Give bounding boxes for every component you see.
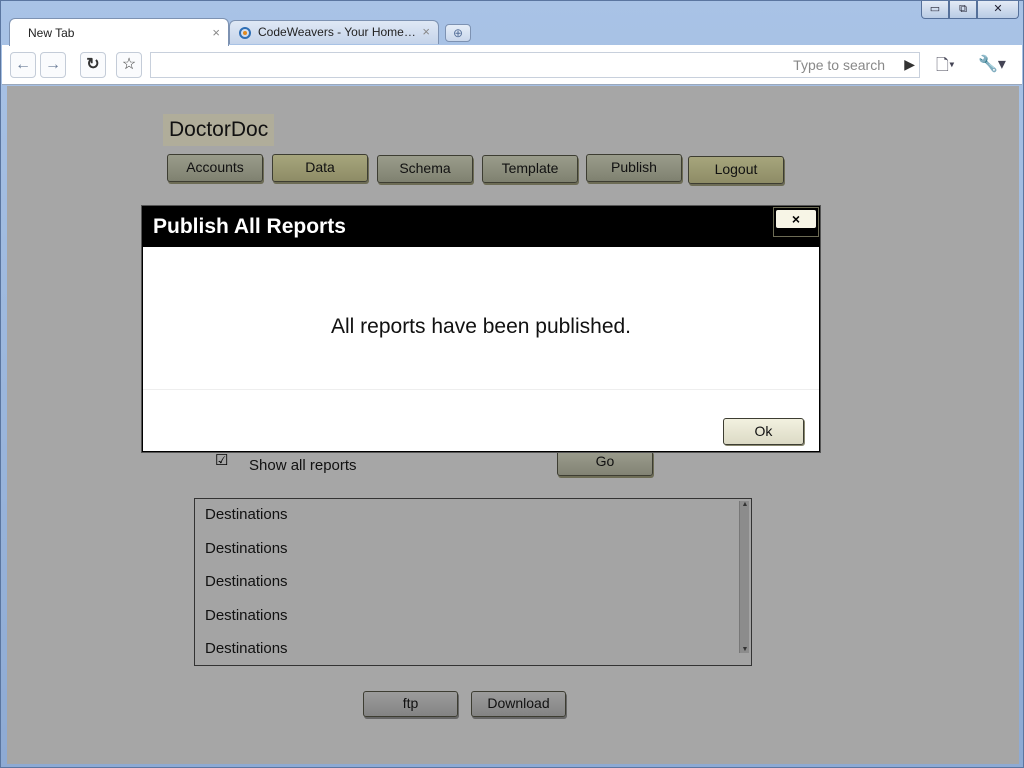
dialog-close-button[interactable]: × bbox=[773, 207, 819, 237]
forward-button[interactable]: → bbox=[40, 52, 66, 78]
tab-new-tab[interactable]: New Tab × bbox=[9, 18, 229, 46]
back-arrow-icon: ← bbox=[15, 56, 31, 73]
codeweavers-favicon-icon bbox=[239, 27, 251, 39]
ok-button[interactable]: Ok bbox=[723, 418, 804, 445]
omnibox[interactable]: ▶ bbox=[150, 52, 920, 78]
ftp-button[interactable]: ftp bbox=[363, 691, 458, 717]
new-tab-button[interactable]: ⊕ bbox=[445, 24, 471, 42]
show-all-reports-label: Show all reports bbox=[249, 457, 357, 474]
nav-accounts-button[interactable]: Accounts bbox=[167, 154, 263, 182]
go-arrow-icon[interactable]: ▶ bbox=[904, 56, 915, 73]
bookmark-button[interactable]: ☆ bbox=[116, 52, 142, 78]
tab-close-icon[interactable]: × bbox=[422, 24, 430, 39]
wrench-icon: 🔧▾ bbox=[978, 56, 1006, 73]
download-button[interactable]: Download bbox=[471, 691, 566, 717]
nav-schema-button[interactable]: Schema bbox=[377, 155, 473, 183]
close-icon: × bbox=[776, 210, 816, 228]
list-item[interactable]: Destinations bbox=[205, 607, 288, 624]
close-icon: ✕ bbox=[993, 3, 1003, 15]
browser-toolbar: ← → ↻ ☆ ▶ 🗋▾ 🔧▾ bbox=[2, 45, 1022, 85]
publish-dialog: Publish All Reports × All reports have b… bbox=[142, 206, 820, 452]
restore-icon: ⧉ bbox=[959, 3, 967, 15]
restore-button[interactable]: ⧉ bbox=[949, 1, 977, 19]
reload-icon: ↻ bbox=[86, 56, 100, 73]
plus-icon: ⊕ bbox=[452, 26, 464, 40]
search-input[interactable] bbox=[151, 53, 919, 77]
dialog-message: All reports have been published. bbox=[330, 315, 632, 338]
page-menu-button[interactable]: 🗋▾ bbox=[936, 54, 955, 81]
scroll-up-icon[interactable]: ▲ bbox=[740, 501, 750, 508]
dialog-divider bbox=[143, 389, 819, 390]
forward-arrow-icon: → bbox=[45, 56, 61, 73]
scroll-down-icon[interactable]: ▼ bbox=[740, 646, 750, 653]
list-item[interactable]: Destinations bbox=[205, 540, 288, 557]
back-button[interactable]: ← bbox=[10, 52, 36, 78]
list-item[interactable]: Destinations bbox=[205, 506, 288, 523]
window-controls: ▭ ⧉ ✕ bbox=[921, 1, 1019, 19]
star-icon: ☆ bbox=[121, 56, 137, 73]
list-item[interactable]: Destinations bbox=[205, 573, 288, 590]
tab-strip: New Tab × CodeWeavers - Your Home… × ⊕ ▭… bbox=[1, 1, 1024, 46]
tab-label: CodeWeavers - Your Home… bbox=[258, 25, 416, 39]
dialog-header: Publish All Reports × bbox=[143, 207, 819, 247]
reload-button[interactable]: ↻ bbox=[80, 52, 106, 78]
nav-logout-button[interactable]: Logout bbox=[688, 156, 784, 184]
show-all-reports-checkbox[interactable]: ☑ bbox=[215, 453, 231, 470]
destinations-list[interactable]: Destinations Destinations Destinations D… bbox=[194, 498, 752, 666]
tab-label: New Tab bbox=[28, 26, 75, 40]
page-viewport: DoctorDoc Accounts Data Schema Template … bbox=[7, 86, 1019, 764]
tab-codeweavers[interactable]: CodeWeavers - Your Home… × bbox=[229, 20, 439, 44]
minimize-button[interactable]: ▭ bbox=[921, 1, 949, 19]
list-scrollbar[interactable]: ▲ ▼ bbox=[739, 501, 749, 653]
nav-template-button[interactable]: Template bbox=[482, 155, 578, 183]
app-title: DoctorDoc bbox=[163, 114, 275, 146]
minimize-icon: ▭ bbox=[929, 3, 941, 15]
browser-window: New Tab × CodeWeavers - Your Home… × ⊕ ▭… bbox=[0, 0, 1024, 768]
list-item[interactable]: Destinations bbox=[205, 640, 288, 657]
dialog-title: Publish All Reports bbox=[153, 215, 346, 238]
page-menu-icon: 🗋▾ bbox=[936, 57, 955, 74]
nav-publish-button[interactable]: Publish bbox=[586, 154, 682, 182]
nav-data-button[interactable]: Data bbox=[272, 154, 368, 182]
go-button[interactable]: Go bbox=[557, 450, 653, 476]
close-window-button[interactable]: ✕ bbox=[977, 1, 1019, 19]
tab-close-icon[interactable]: × bbox=[212, 25, 220, 40]
wrench-menu-button[interactable]: 🔧▾ bbox=[978, 54, 1006, 74]
